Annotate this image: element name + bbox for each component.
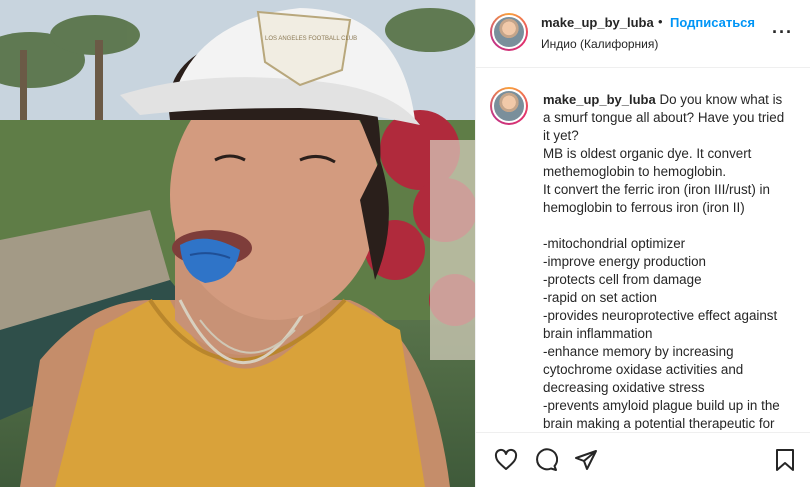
separator-dot: • <box>658 14 663 29</box>
caption-username[interactable]: make_up_by_luba <box>543 92 656 107</box>
photo-illustration: LOS ANGELES FOOTBALL CLUB <box>0 0 475 487</box>
caption-line: -provides neuroprotective effect against <box>543 308 778 323</box>
cap-logo-text: LOS ANGELES FOOTBALL CLUB <box>265 36 357 42</box>
follow-button[interactable]: Подписаться <box>670 15 755 30</box>
post-side-panel: make_up_by_luba • Подписаться Индио (Кал… <box>475 0 810 487</box>
caption-line: decreasing oxidative stress <box>543 380 705 395</box>
paper-plane-icon[interactable] <box>574 448 598 477</box>
caption-line <box>543 217 801 235</box>
caption-line: brain making a potential therapeutic for <box>543 416 775 430</box>
caption-line: brain inflammation <box>543 326 653 341</box>
more-options-icon[interactable]: ··· <box>772 22 793 43</box>
caption-line-text: Do you know what is <box>659 92 783 107</box>
caption-line: it yet? <box>543 128 579 143</box>
caption-line: -prevents amyloid plague build up in the <box>543 398 780 413</box>
caption-line: It convert the ferric iron (iron III/rus… <box>543 182 770 197</box>
caption-line: MB is oldest organic dye. It convert <box>543 146 752 161</box>
post-header: make_up_by_luba • Подписаться Индио (Кал… <box>476 0 810 68</box>
post-caption: make_up_by_luba Do you know what is a sm… <box>476 69 810 430</box>
post-actions-bar <box>476 432 810 487</box>
caption-line: -enhance memory by increasing <box>543 344 734 359</box>
caption-line: -improve energy production <box>543 254 707 269</box>
caption-line: -rapid on set action <box>543 290 657 305</box>
caption-author-avatar[interactable] <box>490 87 528 125</box>
comment-icon[interactable] <box>534 448 559 477</box>
author-avatar[interactable] <box>490 13 528 51</box>
caption-line: a smurf tongue all about? Have you tried <box>543 110 785 125</box>
author-username[interactable]: make_up_by_luba <box>541 15 654 30</box>
caption-line: methemoglobin to hemoglobin. <box>543 164 727 179</box>
caption-line: -protects cell from damage <box>543 272 702 287</box>
caption-line: hemoglobin to ferrous iron (iron II) <box>543 200 745 215</box>
caption-line: -mitochondrial optimizer <box>543 236 686 251</box>
caption-line: cytochrome oxidase activities and <box>543 362 744 377</box>
caption-line: make_up_by_luba Do you know what is <box>543 91 801 109</box>
heart-icon[interactable] <box>494 448 518 477</box>
post-location[interactable]: Индио (Калифорния) <box>541 37 658 51</box>
caption-text: make_up_by_luba Do you know what is a sm… <box>543 91 801 430</box>
post-photo[interactable]: LOS ANGELES FOOTBALL CLUB <box>0 0 475 487</box>
bookmark-icon[interactable] <box>775 448 795 477</box>
